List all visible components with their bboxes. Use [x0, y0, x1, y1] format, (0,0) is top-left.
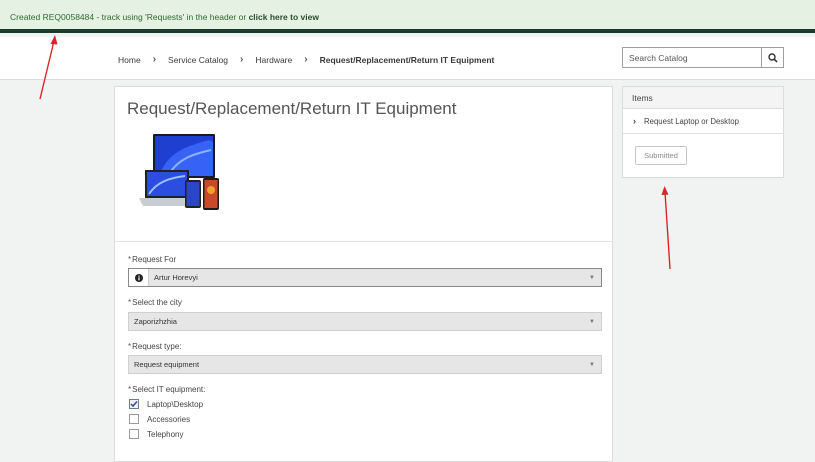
request-type-label: *Request type: — [128, 342, 182, 351]
checkmark-icon — [130, 401, 138, 408]
request-type-value: Request equipment — [134, 360, 200, 369]
info-icon[interactable] — [129, 269, 149, 286]
checkbox-unchecked[interactable] — [129, 429, 139, 439]
caret-down-icon: ▼ — [589, 318, 595, 325]
header-bar: Home › Service Catalog › Hardware › Requ… — [0, 37, 815, 80]
checkbox-laptop-desktop[interactable]: Laptop\Desktop — [129, 399, 203, 409]
breadcrumb-hardware[interactable]: Hardware — [255, 55, 292, 65]
chevron-right-icon: › — [240, 54, 244, 65]
section-divider — [115, 241, 612, 242]
checkbox-accessories[interactable]: Accessories — [129, 414, 190, 424]
caret-down-icon: ▼ — [589, 274, 595, 281]
product-image — [139, 134, 219, 210]
search-input[interactable] — [623, 48, 761, 67]
banner-view-link[interactable]: click here to view — [249, 12, 319, 22]
page-title: Request/Replacement/Return IT Equipment — [127, 99, 457, 118]
chevron-right-icon: › — [152, 54, 157, 65]
items-panel-item[interactable]: › Request Laptop or Desktop — [623, 109, 783, 134]
checkbox-telephony[interactable]: Telephony — [129, 429, 183, 439]
checkbox-checked[interactable] — [129, 399, 139, 409]
caret-down-icon: ▼ — [589, 361, 595, 368]
banner-message: Created REQ0058484 - track using 'Reques… — [10, 12, 249, 22]
search-box — [622, 47, 784, 68]
breadcrumb-home[interactable]: Home — [118, 55, 141, 65]
breadcrumb: Home › Service Catalog › Hardware › Requ… — [118, 54, 494, 65]
items-panel-item-label: Request Laptop or Desktop — [644, 116, 739, 126]
checkbox-label: Telephony — [147, 429, 184, 439]
city-select[interactable]: Zaporizhzhia ▼ — [128, 312, 602, 331]
city-value: Zaporizhzhia — [134, 317, 177, 326]
checkbox-unchecked[interactable] — [129, 414, 139, 424]
annotation-arrow — [661, 186, 671, 270]
chevron-right-icon: › — [633, 116, 636, 126]
catalog-item-card: Request/Replacement/Return IT Equipment … — [114, 86, 613, 462]
search-button[interactable] — [761, 48, 783, 67]
search-icon — [767, 52, 778, 63]
chevron-right-icon: › — [304, 54, 308, 65]
breadcrumb-service-catalog[interactable]: Service Catalog — [168, 55, 228, 65]
request-type-select[interactable]: Request equipment ▼ — [128, 355, 602, 374]
items-panel: Items › Request Laptop or Desktop Submit… — [622, 86, 784, 178]
request-for-label: *Request For — [128, 255, 177, 264]
items-panel-title: Items — [623, 87, 783, 109]
success-banner: Created REQ0058484 - track using 'Reques… — [0, 0, 815, 33]
submitted-button: Submitted — [635, 146, 687, 165]
equipment-label: *Select IT equipment: — [128, 385, 206, 394]
request-for-select[interactable]: Artur Horevyi ▼ — [128, 268, 602, 287]
checkbox-label: Laptop\Desktop — [147, 399, 204, 409]
request-for-value: Artur Horevyi — [154, 273, 198, 282]
checkbox-label: Accessories — [147, 414, 191, 424]
city-label: *Select the city — [128, 298, 182, 307]
breadcrumb-current: Request/Replacement/Return IT Equipment — [319, 54, 495, 65]
